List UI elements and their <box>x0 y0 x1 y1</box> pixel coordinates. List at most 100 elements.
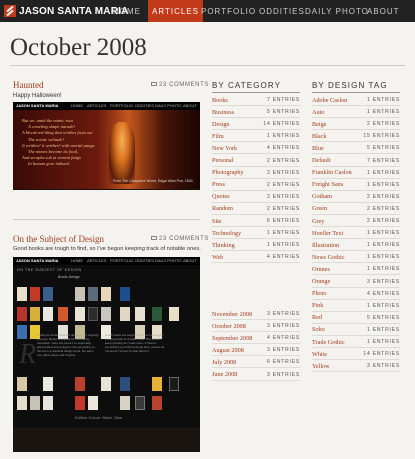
design-tag-name[interactable]: Orange <box>312 278 330 285</box>
design-tag-name[interactable]: Franklin Caslon <box>312 169 352 176</box>
category-name[interactable]: Design <box>212 121 230 128</box>
design-tag-name[interactable]: Pink <box>312 302 323 309</box>
design-tag-name[interactable]: Soho <box>312 326 325 333</box>
design-tag-name[interactable]: Grey <box>312 218 324 225</box>
category-name[interactable]: Site <box>212 218 222 225</box>
archive-name[interactable]: November 2008 <box>212 311 252 318</box>
category-row[interactable]: Thinking 1 ENTRIES <box>212 240 300 252</box>
design-tag-row[interactable]: Green 2 ENTRIES <box>312 204 400 215</box>
category-row[interactable]: Technology 1 ENTRIES <box>212 228 300 240</box>
design-tag-row[interactable]: Blue 5 ENTRIES <box>312 143 400 155</box>
design-tag-row[interactable]: Photo 4 ENTRIES <box>312 289 400 300</box>
category-name[interactable]: Thinking <box>212 242 235 249</box>
site-logo[interactable]: JASON SANTA MARIA <box>4 4 129 18</box>
design-tag-name[interactable]: White <box>312 351 327 358</box>
design-tag-row[interactable]: Adobe Caslon 1 ENTRIES <box>312 95 400 106</box>
archive-row[interactable]: October 2008 3 ENTRIES <box>212 321 300 333</box>
category-row[interactable]: Web 4 ENTRIES <box>212 252 300 264</box>
design-tag-row[interactable]: Franklin Caslon 1 ENTRIES <box>312 168 400 179</box>
archive-row[interactable]: July 2008 6 ENTRIES <box>212 357 300 369</box>
design-tag-name[interactable]: Red <box>312 314 322 321</box>
design-tag-row[interactable]: Ornnes 1 ENTRIES <box>312 264 400 276</box>
nav-home[interactable]: HOME <box>113 0 141 22</box>
archive-name[interactable]: September 2008 <box>212 335 252 342</box>
category-name[interactable]: Business <box>212 109 234 116</box>
category-name[interactable]: Photography <box>212 169 244 176</box>
archive-name[interactable]: October 2008 <box>212 323 246 330</box>
nav-daily-photo[interactable]: DAILY PHOTO <box>305 0 369 22</box>
category-row[interactable]: Random 2 ENTRIES <box>212 204 300 215</box>
design-tag-row[interactable]: Illustration 1 ENTRIES <box>312 240 400 252</box>
category-name[interactable]: New York <box>212 145 237 152</box>
design-tag-row[interactable]: Orange 3 ENTRIES <box>312 277 400 288</box>
post-comments-haunted[interactable]: 23 COMMENTS <box>151 82 209 88</box>
nav-about[interactable]: ABOUT <box>367 0 400 22</box>
post-screenshot-design[interactable]: JASON SANTA MARIA HOME ARTICLES PORTFOLI… <box>13 257 200 452</box>
design-tag-name[interactable]: Default <box>312 157 331 164</box>
post-title-on-the-subject-of-design[interactable]: On the Subject of Design <box>13 234 104 244</box>
design-tag-row[interactable]: Trade Gothic 1 ENTRIES <box>312 337 400 348</box>
post-screenshot-haunted[interactable]: JASON SANTA MARIA HOME ARTICLES PORTFOLI… <box>13 102 200 190</box>
archive-row[interactable]: August 2008 3 ENTRIES <box>212 345 300 357</box>
design-tag-name[interactable]: Photo <box>312 290 326 297</box>
design-tag-row[interactable]: Auto 1 ENTRIES <box>312 107 400 119</box>
category-row[interactable]: Design 14 ENTRIES <box>212 119 300 131</box>
design-tag-row[interactable]: White 14 ENTRIES <box>312 349 400 361</box>
archive-name[interactable]: July 2008 <box>212 359 236 366</box>
category-name[interactable]: Film <box>212 133 224 140</box>
page-title: October 2008 <box>10 34 147 61</box>
design-tag-row[interactable]: Freight Sans 1 ENTRIES <box>312 180 400 191</box>
design-tag-name[interactable]: Beige <box>312 121 326 128</box>
design-tag-row[interactable]: Black 15 ENTRIES <box>312 131 400 143</box>
category-row[interactable]: Quotes 2 ENTRIES <box>212 192 300 203</box>
design-tag-name[interactable]: Illustration <box>312 242 339 249</box>
category-row[interactable]: Personal 2 ENTRIES <box>212 156 300 167</box>
design-tag-name[interactable]: Green <box>312 205 327 212</box>
nav-articles[interactable]: ARTICLES <box>148 0 203 22</box>
nav-oddities[interactable]: ODDITIES <box>259 0 305 22</box>
design-tag-name[interactable]: Ornnes <box>312 266 330 273</box>
category-row[interactable]: Photography 2 ENTRIES <box>212 168 300 179</box>
category-row[interactable]: Books 7 ENTRIES <box>212 95 300 106</box>
design-tag-name[interactable]: Blue <box>312 145 324 152</box>
category-row[interactable]: Site 6 ENTRIES <box>212 216 300 227</box>
design-tag-row[interactable]: Pink 1 ENTRIES <box>312 301 400 312</box>
category-name[interactable]: Web <box>212 254 223 261</box>
category-name[interactable]: Random <box>212 205 233 212</box>
design-tag-row[interactable]: Red 5 ENTRIES <box>312 313 400 324</box>
archive-row[interactable]: September 2008 4 ENTRIES <box>212 333 300 345</box>
archive-row[interactable]: June 2008 3 ENTRIES <box>212 370 300 381</box>
design-tag-row[interactable]: News Gothic 1 ENTRIES <box>312 252 400 264</box>
design-tag-row[interactable]: Soho 1 ENTRIES <box>312 325 400 336</box>
design-tag-name[interactable]: News Gothic <box>312 254 344 261</box>
category-row[interactable]: New York 4 ENTRIES <box>212 143 300 155</box>
nav-portfolio[interactable]: PORTFOLIO <box>201 0 256 22</box>
design-tag-row[interactable]: Beige 2 ENTRIES <box>312 119 400 131</box>
post-title-haunted[interactable]: Haunted <box>13 80 44 90</box>
category-name[interactable]: Press <box>212 181 225 188</box>
design-tag-name[interactable]: Black <box>312 133 326 140</box>
category-row[interactable]: Business 5 ENTRIES <box>212 107 300 119</box>
category-name[interactable]: Books <box>212 97 228 104</box>
archive-name[interactable]: August 2008 <box>212 347 244 354</box>
post-comments-design[interactable]: 23 COMMENTS <box>151 236 209 242</box>
category-name[interactable]: Personal <box>212 157 233 164</box>
design-tag-row[interactable]: Gotham 2 ENTRIES <box>312 192 400 203</box>
category-row[interactable]: Press 2 ENTRIES <box>212 180 300 191</box>
design-tag-name[interactable]: Yellow <box>312 363 330 370</box>
archive-name[interactable]: June 2008 <box>212 371 237 378</box>
design-tag-name[interactable]: Hoefler Text <box>312 230 343 237</box>
design-tag-name[interactable]: Auto <box>312 109 324 116</box>
design-tag-name[interactable]: Freight Sans <box>312 181 343 188</box>
design-tag-row[interactable]: Hoefler Text 1 ENTRIES <box>312 228 400 240</box>
design-tag-name[interactable]: Trade Gothic <box>312 339 345 346</box>
design-tag-name[interactable]: Gotham <box>312 193 332 200</box>
design-tag-row[interactable]: Yellow 3 ENTRIES <box>312 361 400 373</box>
category-name[interactable]: Technology <box>212 230 241 237</box>
category-name[interactable]: Quotes <box>212 193 230 200</box>
design-tag-row[interactable]: Default 7 ENTRIES <box>312 156 400 167</box>
design-tag-row[interactable]: Grey 2 ENTRIES <box>312 216 400 227</box>
category-row[interactable]: Film 1 ENTRIES <box>212 131 300 143</box>
design-tag-name[interactable]: Adobe Caslon <box>312 97 347 104</box>
archive-row[interactable]: November 2008 3 ENTRIES <box>212 309 300 320</box>
